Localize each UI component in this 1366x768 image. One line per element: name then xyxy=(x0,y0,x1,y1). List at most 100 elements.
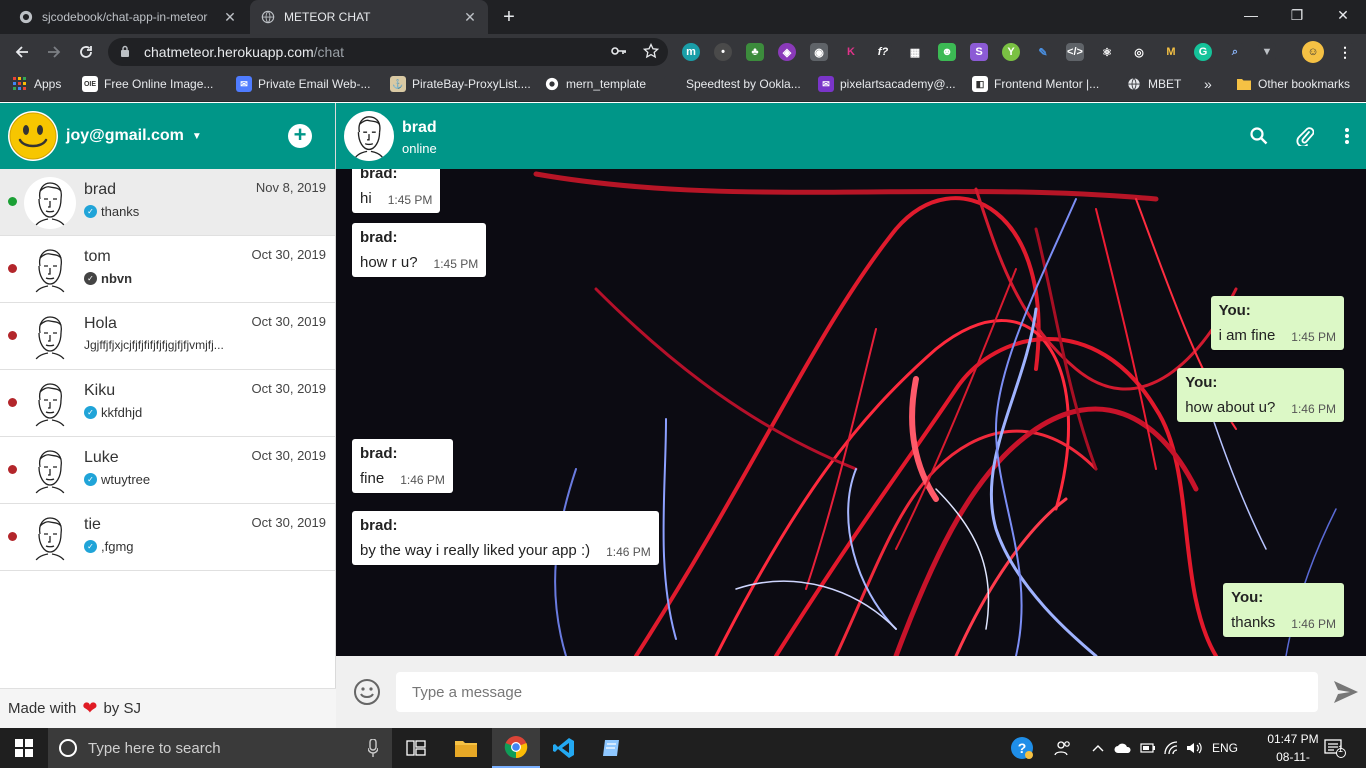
emoji-icon[interactable] xyxy=(352,677,382,707)
user-avatar-smiley-icon[interactable] xyxy=(8,111,58,161)
close-window-button[interactable]: ✕ xyxy=(1320,0,1366,30)
extension-codepen-icon[interactable]: ◈ xyxy=(778,43,796,61)
message-text: how r u? xyxy=(360,254,418,271)
contact-avatar xyxy=(24,378,76,430)
svg-text:?: ? xyxy=(1018,740,1027,756)
chat-item-brad[interactable]: brad Nov 8, 2019 ✓ thanks xyxy=(0,169,335,236)
microphone-icon[interactable] xyxy=(367,738,379,761)
chrome-menu-icon[interactable]: ⋮ xyxy=(1336,43,1354,61)
chrome-taskbar-icon[interactable] xyxy=(492,728,540,768)
new-tab-button[interactable]: + xyxy=(498,6,520,28)
language-indicator[interactable]: ENG xyxy=(1212,728,1238,768)
chat-item-tie[interactable]: tie Oct 30, 2019 ✓ ,fgmg xyxy=(0,504,335,571)
user-email[interactable]: joy@gmail.com xyxy=(66,127,184,145)
offline-status-dot xyxy=(8,331,17,340)
windows-start-icon[interactable] xyxy=(0,728,48,768)
contact-avatar xyxy=(24,512,76,564)
onedrive-icon[interactable] xyxy=(1114,728,1132,768)
extension-mouse-icon[interactable]: • xyxy=(714,43,732,61)
extension-search-icon[interactable]: ⌕ xyxy=(1226,43,1244,61)
contact-name: tom xyxy=(84,248,111,265)
close-tab-icon[interactable]: ✕ xyxy=(222,9,238,26)
sidebar: joy@gmail.com ▼ + brad Nov 8, 2019 ✓ thanks… xyxy=(0,103,336,728)
extension-vuetify-icon[interactable]: ▼ xyxy=(1258,43,1276,61)
bookmark-mbet[interactable]: MBET xyxy=(1126,70,1181,98)
bookmark-mern-template[interactable]: mern_template xyxy=(544,70,646,98)
tab-github[interactable]: sjcodebook/chat-app-in-meteor ✕ xyxy=(8,0,248,34)
tab-meteor-chat[interactable]: METEOR CHAT ✕ xyxy=(250,0,488,34)
new-chat-button[interactable]: + xyxy=(288,124,312,148)
help-icon[interactable]: ? xyxy=(1010,728,1034,768)
vscode-icon[interactable] xyxy=(540,728,588,768)
message-sender: brad: xyxy=(360,517,398,534)
message-sender: You: xyxy=(1218,302,1251,319)
extension-puzzle-icon[interactable]: ▦ xyxy=(906,43,924,61)
more-options-icon[interactable] xyxy=(1336,125,1358,147)
message-sender: brad: xyxy=(360,169,398,182)
extension-target-icon[interactable]: ◎ xyxy=(1130,43,1148,61)
bookmark-private-email[interactable]: ✉ Private Email Web-... xyxy=(236,70,370,98)
offline-status-dot xyxy=(8,264,17,273)
extension-tree-icon[interactable]: ♣ xyxy=(746,43,764,61)
back-icon[interactable] xyxy=(10,40,34,64)
peer-avatar[interactable] xyxy=(344,111,394,161)
offline-status-dot xyxy=(8,532,17,541)
extension-y-icon[interactable]: Y xyxy=(1002,43,1020,61)
notes-app-icon[interactable] xyxy=(588,728,636,768)
system-clock[interactable]: 01:47 PM 08-11-2019 xyxy=(1264,730,1322,768)
bookmark-piratebay[interactable]: ⚓ PirateBay-ProxyList.... xyxy=(390,70,531,98)
bookmark-speedtest[interactable]: Speedtest by Ookla... xyxy=(664,70,801,98)
attach-paperclip-icon[interactable] xyxy=(1294,125,1316,147)
bookmarks-overflow-button[interactable]: » xyxy=(1204,70,1212,98)
wifi-icon[interactable] xyxy=(1164,728,1182,768)
chat-item-kiku[interactable]: Kiku Oct 30, 2019 ✓ kkfdhjd xyxy=(0,370,335,437)
chevron-up-icon[interactable] xyxy=(1092,728,1104,768)
close-tab-icon[interactable]: ✕ xyxy=(462,9,478,26)
bookmark-free-online-image[interactable]: OIE Free Online Image... xyxy=(82,70,213,98)
message-composer xyxy=(336,656,1366,728)
last-message-text: thanks xyxy=(101,204,140,219)
bookmark-frontend-mentor[interactable]: ◧ Frontend Mentor |... xyxy=(972,70,1099,98)
chat-item-tom[interactable]: tom Oct 30, 2019 ✓ nbvn xyxy=(0,236,335,303)
extension-whatfont-icon[interactable]: f? xyxy=(874,43,892,61)
message-input[interactable] xyxy=(396,672,1318,712)
notification-center-icon[interactable]: 1 xyxy=(1324,728,1346,768)
bookmark-star-icon[interactable] xyxy=(642,42,660,60)
address-bar[interactable]: chatmeteor.herokuapp.com/chat xyxy=(108,38,668,66)
extension-grammarly-icon[interactable]: G xyxy=(1194,43,1212,61)
file-explorer-icon[interactable] xyxy=(442,728,490,768)
outgoing-message: You: thanks 1:46 PM xyxy=(1223,583,1344,637)
bookmark-other-bookmarks[interactable]: Other bookmarks xyxy=(1236,70,1350,98)
taskbar-search-box[interactable]: Type here to search xyxy=(48,728,392,768)
caret-down-icon[interactable]: ▼ xyxy=(192,131,202,142)
last-message-preview: ✓ kkfdhjd xyxy=(84,405,142,420)
extension-k-icon[interactable]: K xyxy=(842,43,860,61)
chat-item-hola[interactable]: Hola Oct 30, 2019 Jgjffjfjxjcjfjfjfifjfjfj… xyxy=(0,303,335,370)
task-view-icon[interactable] xyxy=(392,728,440,768)
profile-avatar-icon[interactable]: ☺ xyxy=(1302,41,1324,63)
bookmark-apps[interactable]: Apps xyxy=(12,70,61,98)
extension-frog-icon[interactable]: ☻ xyxy=(938,43,956,61)
extension-m-icon[interactable]: m xyxy=(682,43,700,61)
minimize-button[interactable]: — xyxy=(1228,0,1274,30)
key-icon[interactable] xyxy=(610,42,628,60)
extension-camera-icon[interactable]: ◉ xyxy=(810,43,828,61)
reload-icon[interactable] xyxy=(74,40,98,64)
message-time: 1:46 PM xyxy=(606,545,651,559)
last-message-date: Nov 8, 2019 xyxy=(255,180,326,195)
volume-icon[interactable] xyxy=(1186,728,1204,768)
battery-icon[interactable] xyxy=(1140,728,1156,768)
extension-pen-icon[interactable]: ✎ xyxy=(1034,43,1052,61)
extension-s-icon[interactable]: S xyxy=(970,43,988,61)
extension-react-icon[interactable]: ⚛ xyxy=(1098,43,1116,61)
extension-code-icon[interactable]: </> xyxy=(1066,43,1084,61)
message-time: 1:46 PM xyxy=(1291,402,1336,416)
people-icon[interactable] xyxy=(1054,728,1072,768)
chat-item-luke[interactable]: Luke Oct 30, 2019 ✓ wtuytree xyxy=(0,437,335,504)
forward-icon[interactable] xyxy=(42,40,66,64)
search-icon[interactable] xyxy=(1248,125,1270,147)
extension-m-gold-icon[interactable]: M xyxy=(1162,43,1180,61)
restore-button[interactable]: ❐ xyxy=(1274,0,1320,30)
bookmark-pixelartsacademy[interactable]: ✉ pixelartsacademy@... xyxy=(818,70,956,98)
send-icon[interactable] xyxy=(1332,678,1360,706)
